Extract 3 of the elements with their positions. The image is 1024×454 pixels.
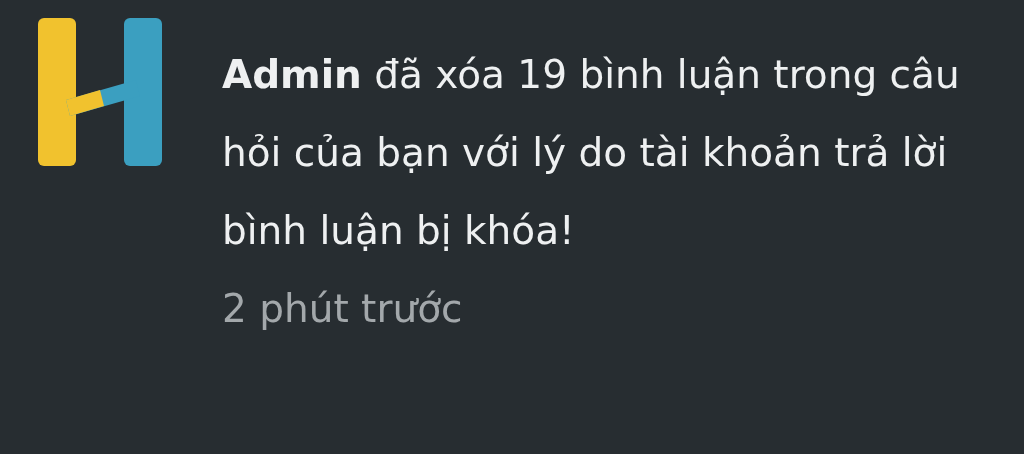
timestamp: 2 phút trước bbox=[222, 285, 464, 333]
logo-icon bbox=[36, 18, 164, 168]
notification-message: Admin đã xóa 19 bình luận trong câu hỏi của bạn với lý do tài khoản trả lời bình luận bị khóa! bbox=[222, 51, 961, 255]
